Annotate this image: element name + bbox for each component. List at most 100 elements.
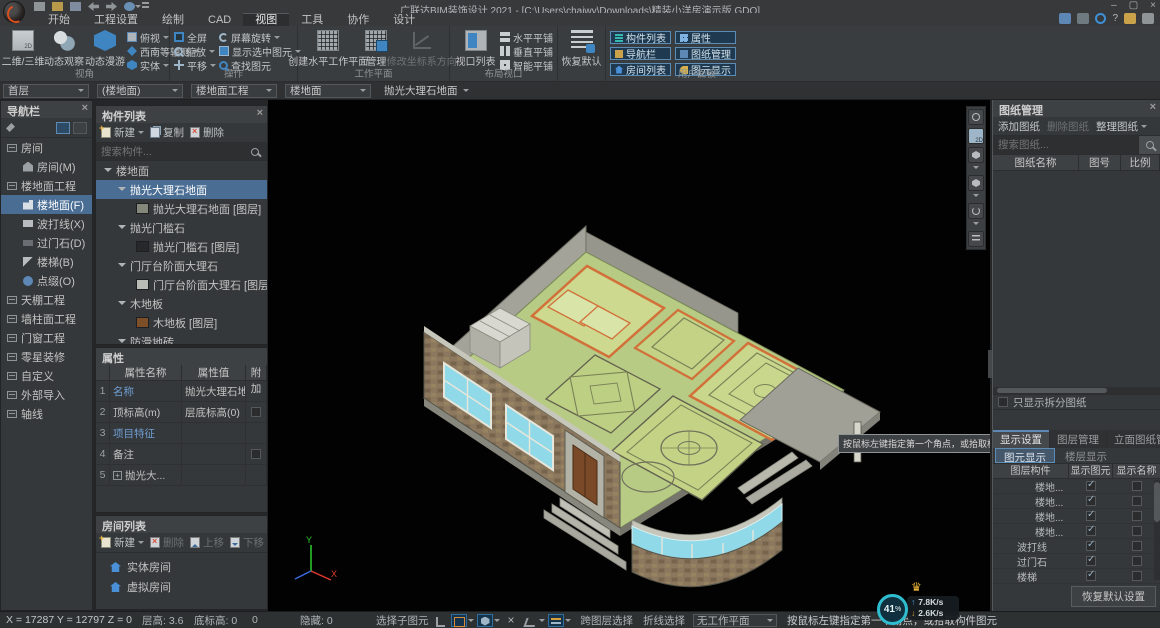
close-button[interactable]: × [1150,0,1156,11]
sync-icon[interactable] [1095,13,1106,24]
subtab-floor-display[interactable]: 楼层显示 [1057,448,1115,463]
show-element-checkbox[interactable] [1086,571,1096,581]
angle-snap-icon[interactable] [522,614,538,627]
btn-htile[interactable]: 水平平铺 [500,31,553,43]
nav-tree-item[interactable]: 楼梯(B) [1,252,92,271]
close-icon[interactable]: × [1150,102,1156,113]
3d-viewport[interactable]: 按鼠标左键指定第一个角点，或拾取构件图元 Y X [268,100,990,611]
property-row[interactable]: 2 +顶标高(m) 层底标高(0) [96,402,267,423]
component-tree-item[interactable]: 门厅台阶面大理石 [图层] [96,275,267,294]
dropdown-component[interactable]: 抛光大理石地面 [379,84,474,98]
menu-draw[interactable]: 绘制 [150,13,196,26]
add-drawing-button[interactable]: 添加图纸 [998,119,1040,134]
split-drawings-checkbox[interactable] [998,397,1008,407]
nav-tree-item[interactable]: 自定义 [1,366,92,385]
show-name-checkbox[interactable] [1132,541,1142,551]
show-name-checkbox[interactable] [1132,526,1142,536]
vertical-scrollbar[interactable] [1154,480,1160,580]
layer-display-row[interactable]: 过门石 [993,554,1160,569]
move-down-button[interactable]: 下移 [230,535,264,550]
menu-cad[interactable]: CAD [196,13,243,26]
drawing-search-input[interactable] [993,136,1138,154]
nav-tree-item[interactable]: 房间(M) [1,157,92,176]
layer-display-row[interactable]: 楼地... [993,509,1160,524]
show-element-checkbox[interactable] [1086,541,1096,551]
btn-vtile[interactable]: 垂直平铺 [500,45,553,57]
account-icon[interactable] [1077,13,1089,24]
nav-tree-item[interactable]: 轴线 [1,404,92,423]
tab-elevation-drawings[interactable]: 立面图纸管理 [1107,430,1160,448]
component-tree-item[interactable]: 抛光门槛石 [96,218,267,237]
expand-icon[interactable]: + [113,471,122,480]
layer-display-row[interactable]: 楼梯 [993,569,1160,584]
pin-icon[interactable] [6,123,15,132]
2d-view-icon[interactable] [968,128,984,144]
caret-down-icon[interactable] [973,222,979,228]
nav-tree-item[interactable]: 墙柱面工程 [1,309,92,328]
layer-display-row[interactable]: 楼地... [993,524,1160,539]
show-element-checkbox[interactable] [1086,481,1096,491]
caret-down-icon[interactable] [468,619,474,625]
cross-layer-select[interactable]: 跨图层选择 [581,613,634,628]
component-tree-item[interactable]: 抛光大理石地面 [图层] [96,199,267,218]
nav-tree-item[interactable]: 波打线(X) [1,214,92,233]
view-style-icon[interactable] [968,175,984,191]
delete-room-button[interactable]: 删除 [150,535,184,550]
show-name-checkbox[interactable] [1132,481,1142,491]
menu-view[interactable]: 视图 [243,13,289,26]
panel-splitter[interactable] [988,350,992,378]
caret-down-icon[interactable] [973,194,979,200]
move-up-button[interactable]: 上移 [190,535,224,550]
btn-viewport-list[interactable]: 视口列表 [454,29,497,69]
polyline-select[interactable]: 折线选择 [643,613,685,628]
nav-tree-item[interactable]: 楼地面(F) [1,195,92,214]
maximize-button[interactable]: ▢ [1129,0,1138,11]
room-list-item[interactable]: 实体房间 [96,557,267,577]
layer-display-row[interactable]: 楼地... [993,479,1160,494]
caret-down-icon[interactable] [494,619,500,625]
show-element-checkbox[interactable] [1086,556,1096,566]
nav-tree-item[interactable]: 过门石(D) [1,233,92,252]
select-sub-element[interactable]: 选择子图元 [376,613,429,628]
drawing-table-body[interactable] [993,171,1160,387]
show-name-checkbox[interactable] [1132,571,1142,581]
rotate-view-icon[interactable] [968,203,984,219]
ortho-mode-icon[interactable] [432,614,448,627]
show-element-checkbox[interactable] [1086,496,1096,506]
nav-tree-item[interactable]: 天棚工程 [1,290,92,309]
btn-restore-default[interactable]: 恢复默认 [562,29,601,69]
help-icon[interactable]: ? [1112,13,1118,24]
horizontal-scrollbar[interactable] [993,387,1160,394]
deselect-icon[interactable] [503,614,519,627]
workplane-dropdown[interactable]: 无工作平面 [693,614,777,627]
card-view-icon[interactable] [73,122,87,134]
subtab-element-display[interactable]: 图元显示 [995,448,1055,463]
organize-drawing-button[interactable]: 整理图纸 [1096,119,1147,134]
btn-walkthrough[interactable]: 动态漫游 [86,29,124,69]
layer-display-row[interactable]: 波打线 [993,539,1160,554]
component-tree-item[interactable]: 抛光门槛石 [图层] [96,237,267,256]
menu-tools[interactable]: 工具 [289,13,335,26]
btn-create-workplane[interactable]: 创建水平工作平面 [302,29,354,69]
show-element-checkbox[interactable] [1086,526,1096,536]
nav-tree-item[interactable]: 门窗工程 [1,328,92,347]
new-component-button[interactable]: 新建 [101,125,144,140]
toggle-drawing-manager[interactable]: 图纸管理 [675,47,736,60]
show-name-checkbox[interactable] [1132,511,1142,521]
nav-tree-item[interactable]: 点缀(O) [1,271,92,290]
room-list-item[interactable]: 虚拟房间 [96,577,267,597]
list-view-icon[interactable] [56,122,70,134]
show-name-checkbox[interactable] [1132,496,1142,506]
component-tree-item[interactable]: 木地板 [96,294,267,313]
nav-tree-item[interactable]: 房间 [1,138,92,157]
btn-2d3d[interactable]: 二维/三维 [4,29,42,69]
menu-design[interactable]: 设计 [381,13,427,26]
r​ect-select-icon[interactable] [451,614,467,627]
btn-screen-rotate[interactable]: 屏幕旋转 [219,31,301,43]
component-tree-item[interactable]: 楼地面 [96,161,267,180]
btn-orbit[interactable]: 动态观察 [45,29,83,69]
caret-down-icon[interactable] [539,619,545,625]
minimize-button[interactable]: – [1111,0,1117,11]
snap-settings-icon[interactable] [548,614,564,627]
component-search-input[interactable] [96,146,251,158]
